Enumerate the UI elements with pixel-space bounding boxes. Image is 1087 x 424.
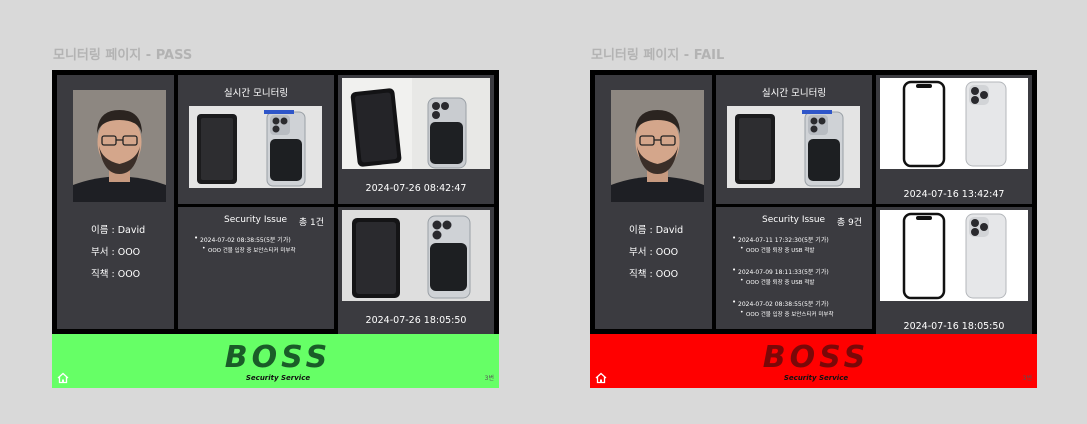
logo-main-text: BOSS — [225, 340, 332, 375]
issue-desc: OOO 건물 입장 중 보안스티커 미부착 — [732, 309, 868, 318]
list-item[interactable]: 2024-07-02 08:38:55(5분 기가) OOO 건물 입장 중 보… — [732, 298, 868, 318]
profile-panel: 이름 : David 부서 : OOO 직책 : OOO — [57, 75, 174, 329]
monitoring-screen-fail: 이름 : David 부서 : OOO 직책 : OOO 실시간 모니터링 Se… — [590, 70, 1037, 388]
page-number: 3번 — [1022, 375, 1032, 382]
issue-date: 2024-07-02 08:38:55(5분 기가) — [732, 298, 868, 308]
live-monitor-panel: 실시간 모니터링 — [716, 75, 872, 204]
issue-desc: OOO 건물 퇴장 중 USB 적발 — [732, 277, 868, 286]
boss-logo: BOSS Security Service — [225, 340, 332, 382]
home-button[interactable] — [595, 369, 607, 384]
profile-photo — [73, 90, 166, 202]
security-issue-panel: Security Issue 총 9건 2024-07-11 17:32:30(… — [716, 207, 872, 329]
live-monitor-panel: 실시간 모니터링 — [178, 75, 334, 204]
security-issue-count: 총 1건 — [298, 218, 324, 228]
security-issue-title: Security Issue — [762, 215, 826, 225]
issue-date: 2024-07-11 17:32:30(5분 기가) — [732, 234, 868, 244]
security-issue-panel: Security Issue 총 1건 2024-07-02 08:38:55(… — [178, 207, 334, 329]
issue-desc: OOO 건물 퇴장 중 USB 적발 — [732, 245, 868, 254]
snapshot-panel-2: 2024-07-26 18:05:50 — [338, 207, 494, 336]
snapshot-image[interactable] — [342, 78, 490, 169]
snapshot-image[interactable] — [880, 78, 1028, 169]
snapshot-panel-1: 2024-07-26 08:42:47 — [338, 75, 494, 204]
profile-position: 직책 : OOO — [91, 269, 141, 280]
footer-bar: BOSS Security Service 3번 — [52, 334, 499, 388]
boss-logo: BOSS Security Service — [763, 340, 870, 382]
page-label-pass: 모니터링 페이지 - PASS — [53, 48, 193, 63]
home-button[interactable] — [57, 369, 69, 384]
live-feed-image[interactable] — [189, 106, 322, 188]
live-monitor-title: 실시간 모니터링 — [761, 88, 827, 99]
snapshot-panel-1: 2024-07-16 13:42:47 — [876, 75, 1032, 204]
security-issue-list: 2024-07-02 08:38:55(5분 기가) OOO 건물 입장 중 보… — [194, 234, 330, 267]
snapshot-image[interactable] — [342, 210, 490, 301]
home-icon — [57, 372, 69, 384]
list-item[interactable]: 2024-07-09 18:11:33(5분 기가) OOO 건물 퇴장 중 U… — [732, 266, 868, 286]
security-issue-title: Security Issue — [224, 215, 288, 225]
snapshot-timestamp: 2024-07-16 18:05:50 — [903, 321, 1005, 332]
security-issue-count: 총 9건 — [836, 218, 862, 228]
snapshot-panel-2: 2024-07-16 18:05:50 — [876, 207, 1032, 336]
page-number: 3번 — [484, 375, 494, 382]
issue-date: 2024-07-02 08:38:55(5분 기가) — [194, 234, 330, 244]
logo-sub-text: Security Service — [246, 374, 310, 382]
issue-desc: OOO 건물 입장 중 보안스티커 미부착 — [194, 245, 330, 254]
issue-date: 2024-07-09 18:11:33(5분 기가) — [732, 266, 868, 276]
logo-main-text: BOSS — [763, 340, 870, 375]
profile-name: 이름 : David — [91, 225, 146, 236]
profile-department: 부서 : OOO — [629, 247, 679, 258]
profile-position: 직책 : OOO — [629, 269, 679, 280]
profile-department: 부서 : OOO — [91, 247, 141, 258]
monitoring-screen-pass: 이름 : David 부서 : OOO 직책 : OOO 실시간 모니터링 Se… — [52, 70, 499, 388]
live-monitor-title: 실시간 모니터링 — [223, 88, 289, 99]
list-item[interactable]: 2024-07-11 17:32:30(5분 기가) OOO 건물 퇴장 중 U… — [732, 234, 868, 254]
logo-sub-text: Security Service — [784, 374, 848, 382]
snapshot-timestamp: 2024-07-26 18:05:50 — [365, 315, 467, 326]
snapshot-timestamp: 2024-07-16 13:42:47 — [903, 189, 1005, 200]
profile-name: 이름 : David — [629, 225, 684, 236]
live-feed-image[interactable] — [727, 106, 860, 188]
security-issue-list: 2024-07-11 17:32:30(5분 기가) OOO 건물 퇴장 중 U… — [732, 234, 868, 331]
snapshot-image[interactable] — [880, 210, 1028, 301]
profile-panel: 이름 : David 부서 : OOO 직책 : OOO — [595, 75, 712, 329]
home-icon — [595, 372, 607, 384]
snapshot-timestamp: 2024-07-26 08:42:47 — [365, 183, 467, 194]
footer-bar: BOSS Security Service 3번 — [590, 334, 1037, 388]
profile-photo — [611, 90, 704, 202]
page-label-fail: 모니터링 페이지 - FAIL — [591, 48, 725, 63]
list-item[interactable]: 2024-07-02 08:38:55(5분 기가) OOO 건물 입장 중 보… — [194, 234, 330, 254]
